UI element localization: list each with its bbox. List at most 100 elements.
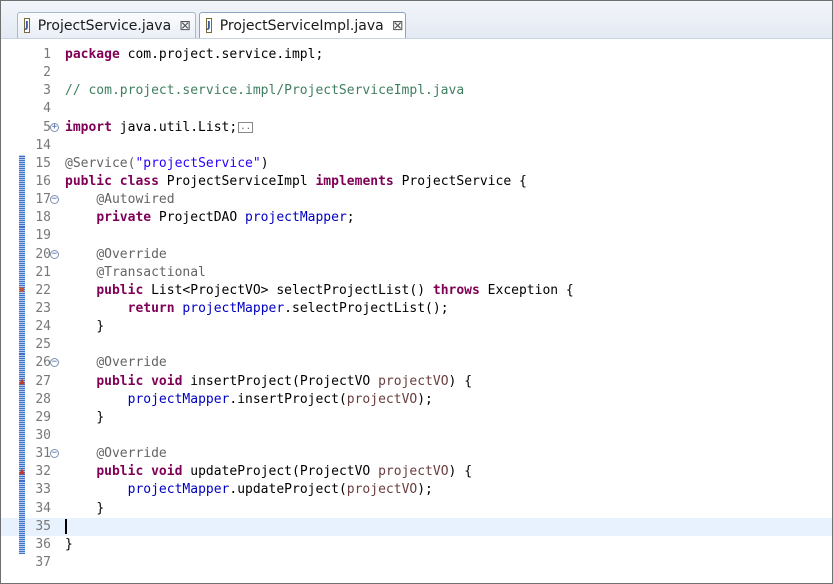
code-line: 25: [1, 336, 832, 355]
code-line: 34 }: [1, 499, 832, 518]
current-code-line[interactable]: 35: [1, 517, 832, 536]
code-text: @Override: [96, 355, 167, 371]
code-text: @Override: [96, 446, 167, 462]
code-line: 28 projectMapper.insertProject(projectVO…: [1, 390, 832, 409]
tab-project-service-impl[interactable]: J ProjectServiceImpl.java ⊠: [199, 12, 406, 38]
quick-diff-bar: [19, 209, 25, 228]
close-icon[interactable]: ⊠: [179, 19, 191, 33]
code-text: @Transactional: [96, 264, 206, 280]
code-line: 26 − @Override: [1, 354, 832, 373]
fold-expand-icon[interactable]: +: [50, 122, 59, 132]
code-line: 37: [1, 554, 832, 572]
tab-label: ProjectService.java: [37, 17, 172, 34]
quick-diff-bar: [19, 517, 25, 536]
java-editor-window: J ProjectService.java ⊠ J ProjectService…: [0, 0, 833, 584]
code-text: public void updateProject(ProjectVO proj…: [96, 464, 473, 480]
code-text: public List<ProjectVO> selectProjectList…: [96, 282, 574, 298]
quick-diff-bar: [19, 227, 25, 246]
code-text: @Service("projectService"): [65, 155, 269, 171]
code-line: 24 }: [1, 318, 832, 337]
line-number: 34: [35, 500, 51, 516]
code-line: 36 }: [1, 535, 832, 554]
line-number: 3: [43, 83, 51, 99]
code-text: projectMapper.insertProject(projectVO);: [127, 391, 433, 407]
code-line: 20 − @Override: [1, 245, 832, 264]
line-number: 30: [35, 427, 51, 443]
code-line: 1 package com.project.service.impl;: [1, 46, 832, 64]
quick-diff-bar: [19, 445, 25, 464]
line-number: 23: [35, 300, 51, 316]
code-text: }: [96, 319, 105, 335]
code-line: 17 − @Autowired: [1, 191, 832, 210]
quick-diff-bar: [19, 390, 25, 409]
fold-collapse-icon[interactable]: −: [50, 195, 59, 205]
editor-tab-bar: J ProjectService.java ⊠ J ProjectService…: [1, 1, 832, 39]
code-text: [65, 518, 67, 536]
code-line: ✖ 22 public List<ProjectVO> selectProjec…: [1, 281, 832, 300]
quick-diff-bar: [19, 426, 25, 446]
java-file-icon: J: [24, 18, 30, 33]
code-text: package com.project.service.impl;: [65, 47, 324, 62]
code-line: 30: [1, 426, 832, 446]
tab-project-service[interactable]: J ProjectService.java ⊠: [17, 12, 196, 38]
fold-collapse-icon[interactable]: −: [50, 249, 59, 259]
code-area[interactable]: 1 package com.project.service.impl; 2 3 …: [1, 46, 832, 572]
quick-diff-bar: [19, 354, 25, 373]
quick-diff-bar: [19, 535, 25, 554]
fold-collapse-icon[interactable]: −: [50, 449, 59, 459]
code-text: public void insertProject(ProjectVO proj…: [96, 373, 473, 389]
line-number: 22: [35, 282, 51, 298]
quick-diff-bar: [19, 191, 25, 210]
code-line: 3 // com.project.service.impl/ProjectSer…: [1, 82, 832, 100]
code-text: import java.util.List;..: [65, 119, 254, 135]
quick-diff-bar: [19, 499, 25, 518]
override-marker-icon[interactable]: ▲: [19, 467, 25, 477]
line-number: 32: [35, 464, 51, 480]
tab-label: ProjectServiceImpl.java: [219, 17, 384, 34]
error-marker-icon[interactable]: ✖: [19, 285, 25, 296]
line-number: 36: [35, 536, 51, 552]
line-number: 35: [35, 518, 51, 534]
java-file-icon: J: [206, 18, 212, 33]
code-text: return projectMapper.selectProjectList()…: [127, 300, 449, 316]
code-line: 19: [1, 227, 832, 246]
line-number: 19: [35, 228, 51, 244]
line-number: 24: [35, 319, 51, 335]
line-number: 4: [43, 101, 51, 117]
code-line: ▲ 32 public void updateProject(ProjectVO…: [1, 463, 832, 482]
line-number: 21: [35, 264, 51, 280]
code-line: 33 projectMapper.updateProject(projectVO…: [1, 481, 832, 500]
text-cursor: [65, 518, 67, 534]
line-number: 16: [35, 173, 51, 189]
code-text: }: [65, 536, 73, 552]
close-icon[interactable]: ⊠: [392, 19, 404, 33]
code-line: 16 public class ProjectServiceImpl imple…: [1, 172, 832, 192]
folded-imports-icon[interactable]: ..: [238, 121, 254, 133]
code-line: 14: [1, 137, 832, 155]
code-line: 5 + import java.util.List;..: [1, 119, 832, 137]
line-number: 18: [35, 210, 51, 226]
line-number: 31: [35, 446, 51, 462]
code-text: }: [96, 500, 105, 516]
code-line: ▲ 27 public void insertProject(ProjectVO…: [1, 372, 832, 391]
line-number: 2: [43, 65, 51, 81]
code-line: 29 }: [1, 408, 832, 427]
code-line: 2: [1, 64, 832, 82]
quick-diff-bar: [19, 481, 25, 500]
override-marker-icon[interactable]: ▲: [19, 376, 25, 387]
quick-diff-bar: [19, 172, 25, 192]
code-text: @Autowired: [96, 192, 175, 208]
line-number: 26: [35, 355, 51, 371]
code-text: @Override: [96, 246, 167, 262]
code-text: private ProjectDAO projectMapper;: [96, 210, 355, 226]
fold-collapse-icon[interactable]: −: [50, 358, 59, 368]
line-number: 29: [35, 409, 51, 425]
quick-diff-bar: [19, 336, 25, 355]
code-line: 15 @Service("projectService"): [1, 154, 832, 173]
line-number: 5: [43, 119, 51, 135]
quick-diff-bar: [19, 299, 25, 319]
line-number: 37: [35, 554, 51, 570]
line-number: 1: [43, 47, 51, 62]
code-line: 21 @Transactional: [1, 263, 832, 282]
code-text: // com.project.service.impl/ProjectServi…: [65, 83, 465, 99]
